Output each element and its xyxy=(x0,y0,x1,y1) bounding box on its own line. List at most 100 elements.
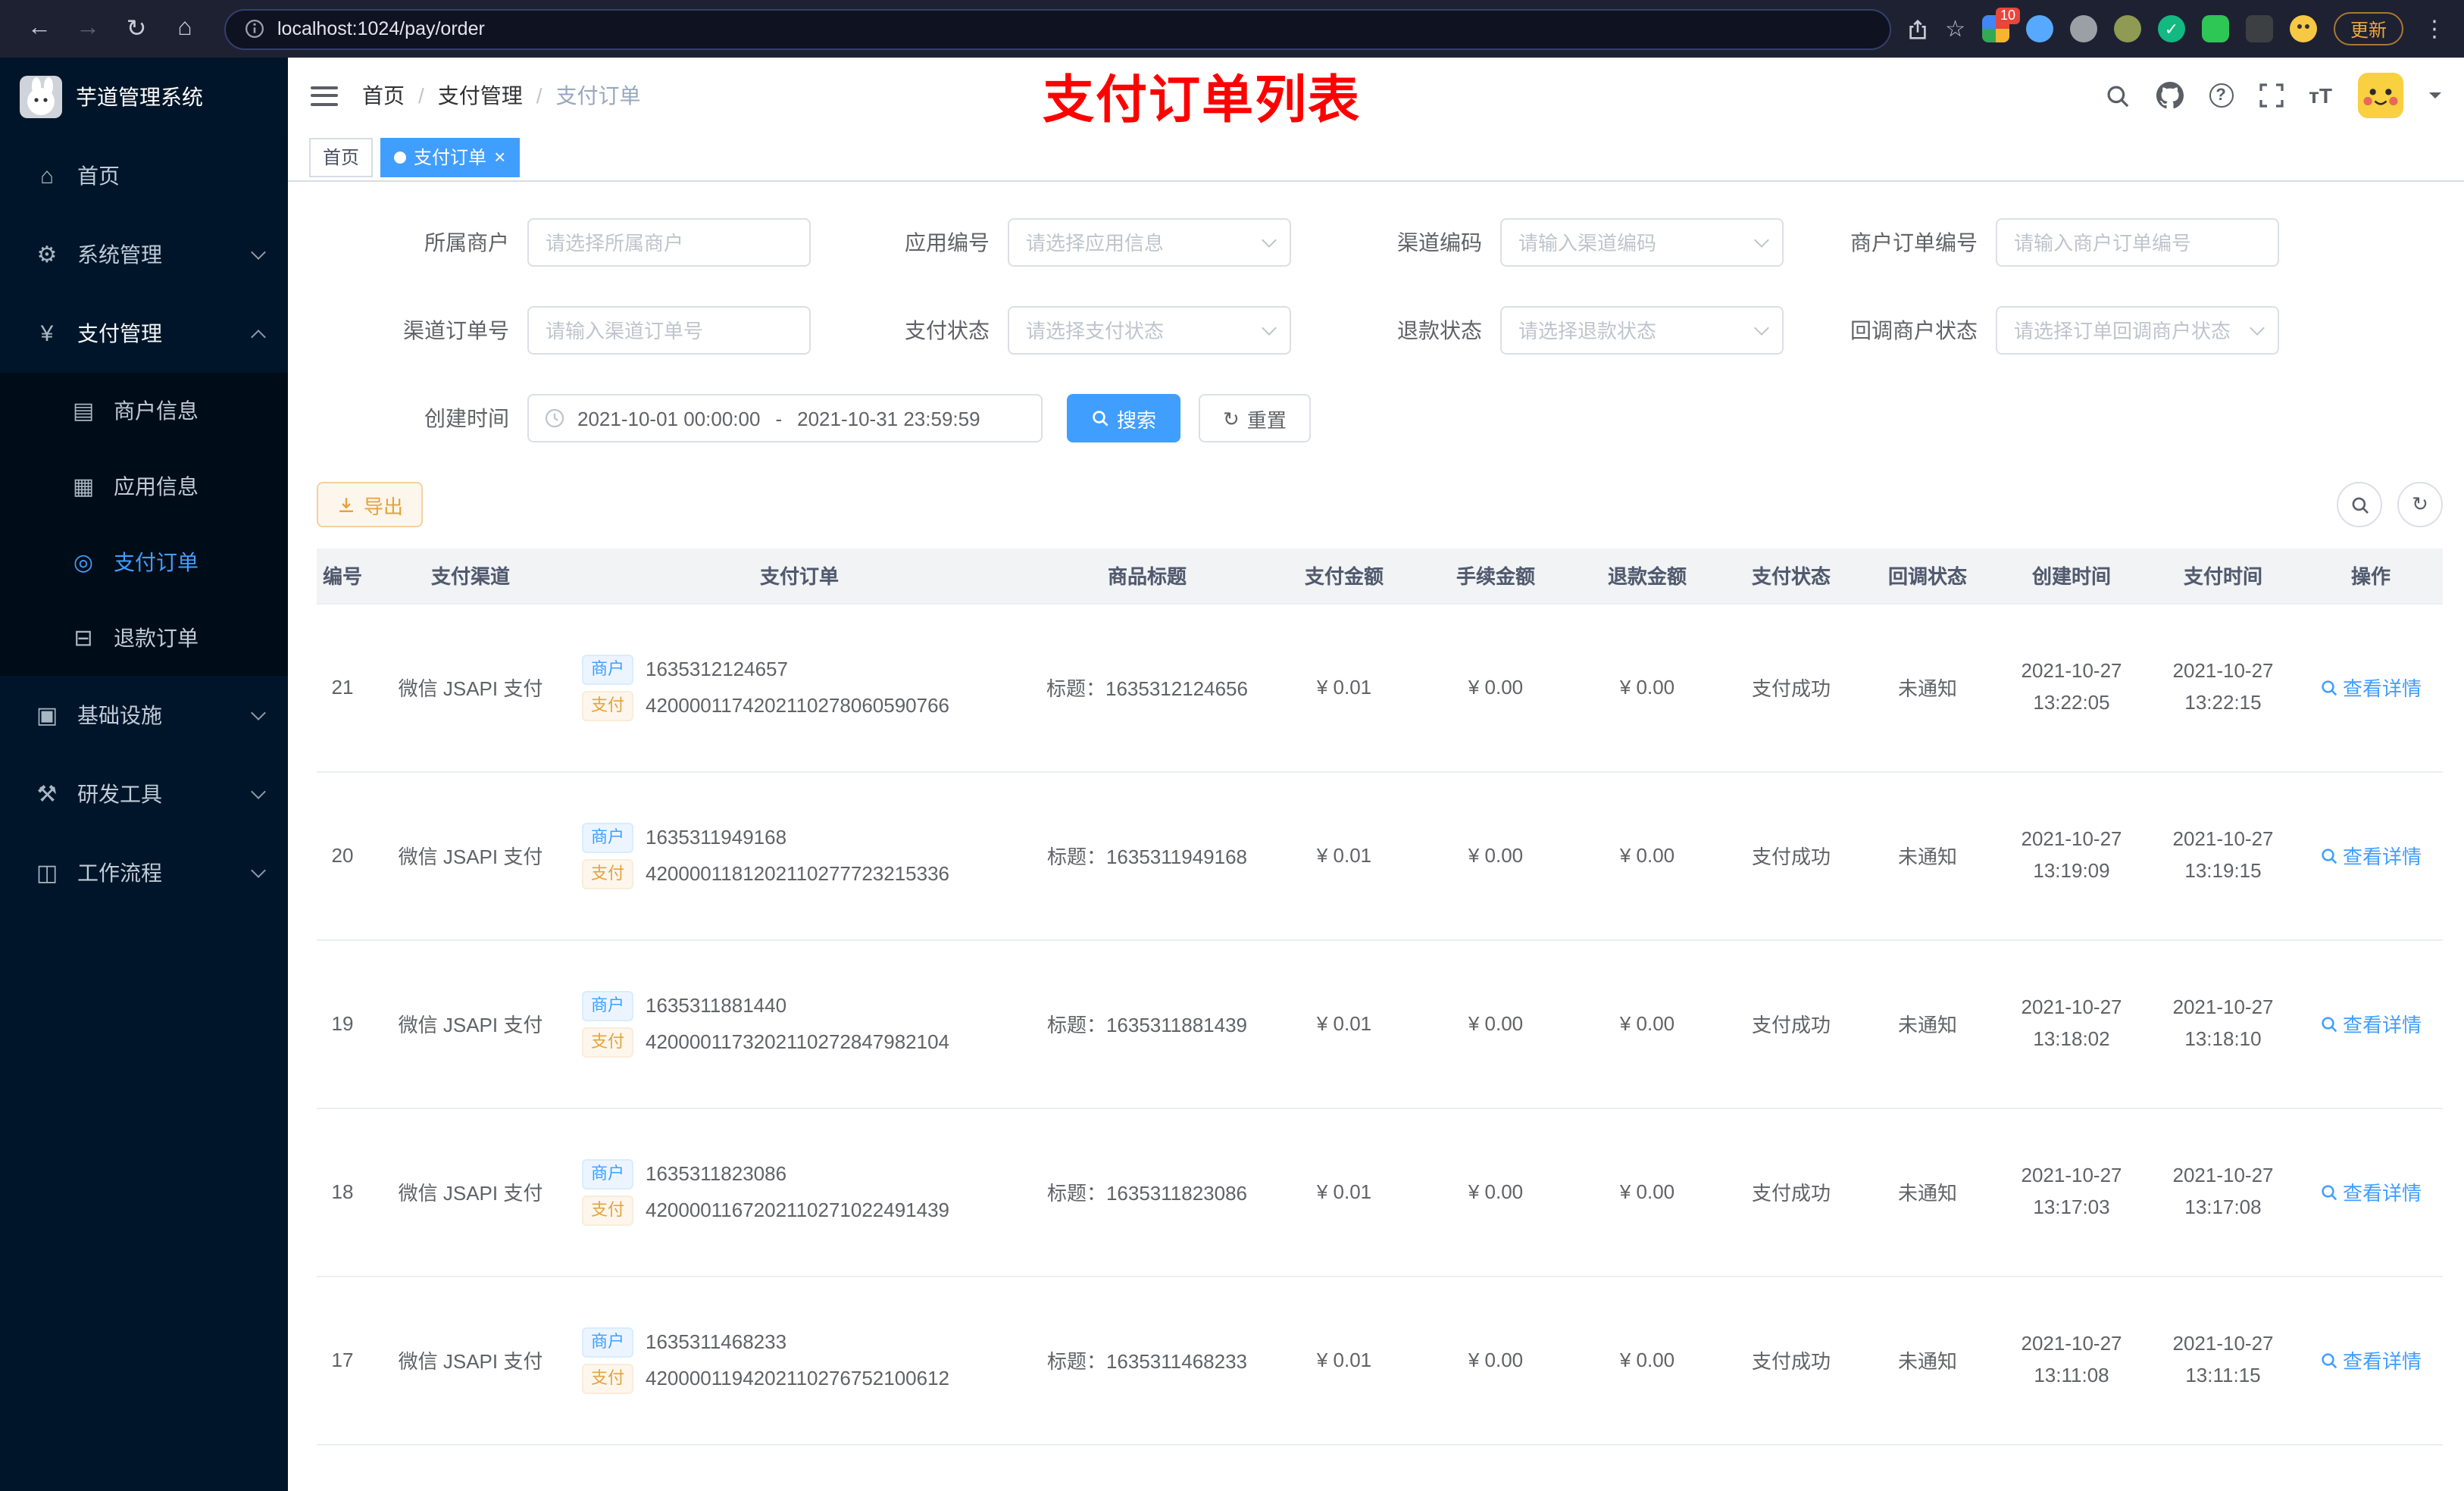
extension-icon[interactable] xyxy=(2157,15,2185,42)
fullscreen-icon[interactable] xyxy=(2259,83,2283,108)
tools-icon: ⚒ xyxy=(36,782,58,808)
extension-icon[interactable] xyxy=(2245,15,2273,42)
export-button[interactable]: 导出 xyxy=(317,482,424,527)
filter-field-channel-code: 渠道编码 xyxy=(1291,218,1784,267)
extension-icon[interactable] xyxy=(2025,15,2053,42)
pay-status-select[interactable] xyxy=(1008,306,1291,355)
extension-icon[interactable]: 10 xyxy=(1981,8,2020,42)
tab-close-icon[interactable]: × xyxy=(494,147,505,167)
table-row: 18 微信 JSAPI 支付 商户 1635311823086 支付 4200001… xyxy=(317,1108,2443,1277)
breadcrumb-home[interactable]: 首页 xyxy=(362,80,405,111)
browser-update-button[interactable]: 更新 xyxy=(2333,12,2403,45)
sidebar-item-refund-order[interactable]: ⊟ 退款订单 xyxy=(0,600,288,676)
filter-field-pay-status: 支付状态 xyxy=(811,306,1291,355)
filter-field-app-no: 应用编号 xyxy=(811,218,1291,267)
merchant-order-no-input[interactable] xyxy=(1996,218,2279,267)
sidebar-item-app-info[interactable]: ▦ 应用信息 xyxy=(0,449,288,524)
address-bar[interactable]: localhost:1024/pay/order xyxy=(224,8,1891,49)
col-header-actions: 操作 xyxy=(2299,549,2443,604)
cell-amount: ¥ 0.01 xyxy=(1268,771,1420,940)
extension-icon[interactable] xyxy=(2201,15,2229,42)
help-icon[interactable]: ? xyxy=(2209,83,2234,108)
refresh-table-button[interactable]: ↻ xyxy=(2397,482,2443,527)
cell-action xyxy=(2299,1444,2443,1491)
share-icon[interactable] xyxy=(1906,17,1928,40)
site-info-icon[interactable] xyxy=(244,18,265,39)
reset-button[interactable]: ↻ 重置 xyxy=(1199,394,1311,442)
sidebar-item-system[interactable]: ⚙ 系统管理 xyxy=(0,215,288,294)
table-toolbar: 导出 ↻ xyxy=(317,482,2443,527)
filter-field-notify-status: 回调商户状态 xyxy=(1784,306,2279,355)
search-icon xyxy=(2322,680,2337,695)
avatar-caret-icon[interactable] xyxy=(2429,92,2441,105)
cell-id: 19 xyxy=(317,939,368,1108)
filter-field-create-time: 创建时间 2021-10-01 00:00:00 - 2021-10-31 23… xyxy=(330,394,1043,442)
chevron-down-icon xyxy=(251,862,266,877)
sidebar-item-pay[interactable]: ¥ 支付管理 xyxy=(0,294,288,373)
bookmark-star-icon[interactable]: ☆ xyxy=(1945,15,1965,42)
cell-id xyxy=(317,1444,368,1491)
filter-form: 所属商户 应用编号 渠道编码 商户订单编号 xyxy=(288,182,2464,442)
cell-fee: ¥ 0.00 xyxy=(1420,603,1571,772)
view-detail-link[interactable]: 查看详情 xyxy=(2320,841,2422,870)
logo-avatar xyxy=(20,76,62,118)
user-avatar[interactable] xyxy=(2358,73,2403,118)
cell-channel: 微信 JSAPI 支付 xyxy=(368,771,573,940)
cell-pay-time: 2021-10-27 13:17:08 xyxy=(2147,1108,2299,1277)
app-no-select[interactable] xyxy=(1008,218,1291,267)
sidebar-item-home[interactable]: ⌂ 首页 xyxy=(0,136,288,215)
refund-status-select[interactable] xyxy=(1500,306,1784,355)
tab-home[interactable]: 首页 xyxy=(309,137,374,177)
channel-order-no-input[interactable] xyxy=(527,306,811,355)
browser-forward-icon[interactable]: → xyxy=(68,9,108,48)
view-detail-link[interactable]: 查看详情 xyxy=(2320,673,2422,702)
cell-title: 标题：1635311881439 xyxy=(1026,939,1268,1108)
browser-back-icon[interactable]: ← xyxy=(20,9,59,48)
extension-icon[interactable] xyxy=(2113,15,2141,42)
sidebar: 芋道管理系统 ⌂ 首页 ⚙ 系统管理 ¥ 支付管理 ▤ 商户信息 ▦ 应用信息 … xyxy=(0,58,288,1491)
browser-reload-icon[interactable]: ↻ xyxy=(117,9,156,48)
merchant-select-input[interactable] xyxy=(527,218,811,267)
sidebar-item-workflow[interactable]: ◫ 工作流程 xyxy=(0,833,288,912)
font-size-icon[interactable]: тT xyxy=(2309,83,2332,108)
app-logo[interactable]: 芋道管理系统 xyxy=(0,58,288,136)
browser-menu-icon[interactable]: ⋮ xyxy=(2420,15,2449,42)
view-detail-link[interactable]: 查看详情 xyxy=(2320,1346,2422,1374)
cell-status: 支付成功 xyxy=(1723,939,1859,1108)
refresh-icon: ↻ xyxy=(1223,407,1240,430)
toggle-search-button[interactable] xyxy=(2337,482,2382,527)
merchant-tag: 商户 xyxy=(582,822,633,852)
sidebar-item-pay-order[interactable]: ◎ 支付订单 xyxy=(0,524,288,600)
search-icon[interactable] xyxy=(2104,83,2130,108)
search-button[interactable]: 搜索 xyxy=(1067,394,1181,442)
tab-pay-order[interactable]: 支付订单 × xyxy=(380,137,520,177)
breadcrumb-section[interactable]: 支付管理 xyxy=(438,80,523,111)
notify-status-select[interactable] xyxy=(1996,306,2279,355)
sidebar-item-merchant-info[interactable]: ▤ 商户信息 xyxy=(0,373,288,449)
cell-title: 标题：1635311468233 xyxy=(1026,1276,1268,1445)
col-header-refund: 退款金额 xyxy=(1571,549,1723,604)
sidebar-item-infra[interactable]: ▣ 基础设施 xyxy=(0,676,288,755)
cell-create-time: 2021-10-27 13:19:09 xyxy=(1996,771,2147,940)
browser-home-icon[interactable]: ⌂ xyxy=(165,9,205,48)
breadcrumb-current: 支付订单 xyxy=(555,83,641,108)
view-detail-link[interactable]: 查看详情 xyxy=(2320,1009,2422,1038)
cell-action: 查看详情 xyxy=(2299,1276,2443,1445)
view-detail-link[interactable]: 查看详情 xyxy=(2320,1177,2422,1206)
extension-badge: 10 xyxy=(1995,8,2020,24)
merchant-tag: 商户 xyxy=(582,1327,633,1357)
col-header-fee: 手续金额 xyxy=(1420,549,1571,604)
extension-icon[interactable] xyxy=(2069,15,2097,42)
profile-avatar-icon[interactable] xyxy=(2289,15,2317,42)
col-header-pay-time: 支付时间 xyxy=(2147,549,2299,604)
channel-code-select[interactable] xyxy=(1500,218,1784,267)
date-range-picker[interactable]: 2021-10-01 00:00:00 - 2021-10-31 23:59:5… xyxy=(527,394,1043,442)
top-navbar: 首页 / 支付管理 / 支付订单 支付订单列表 ? тT xyxy=(288,58,2464,133)
github-icon[interactable] xyxy=(2156,82,2184,109)
briefcase-icon: ◫ xyxy=(36,861,58,886)
cell-create-time: 2021-10-27 13:22:05 xyxy=(1996,603,2147,772)
cell-pay-time: 2021-10-27 13:11:15 xyxy=(2147,1276,2299,1445)
sidebar-item-dev-tools[interactable]: ⚒ 研发工具 xyxy=(0,755,288,833)
search-icon xyxy=(2322,848,2337,864)
sidebar-collapse-icon[interactable] xyxy=(311,86,338,105)
